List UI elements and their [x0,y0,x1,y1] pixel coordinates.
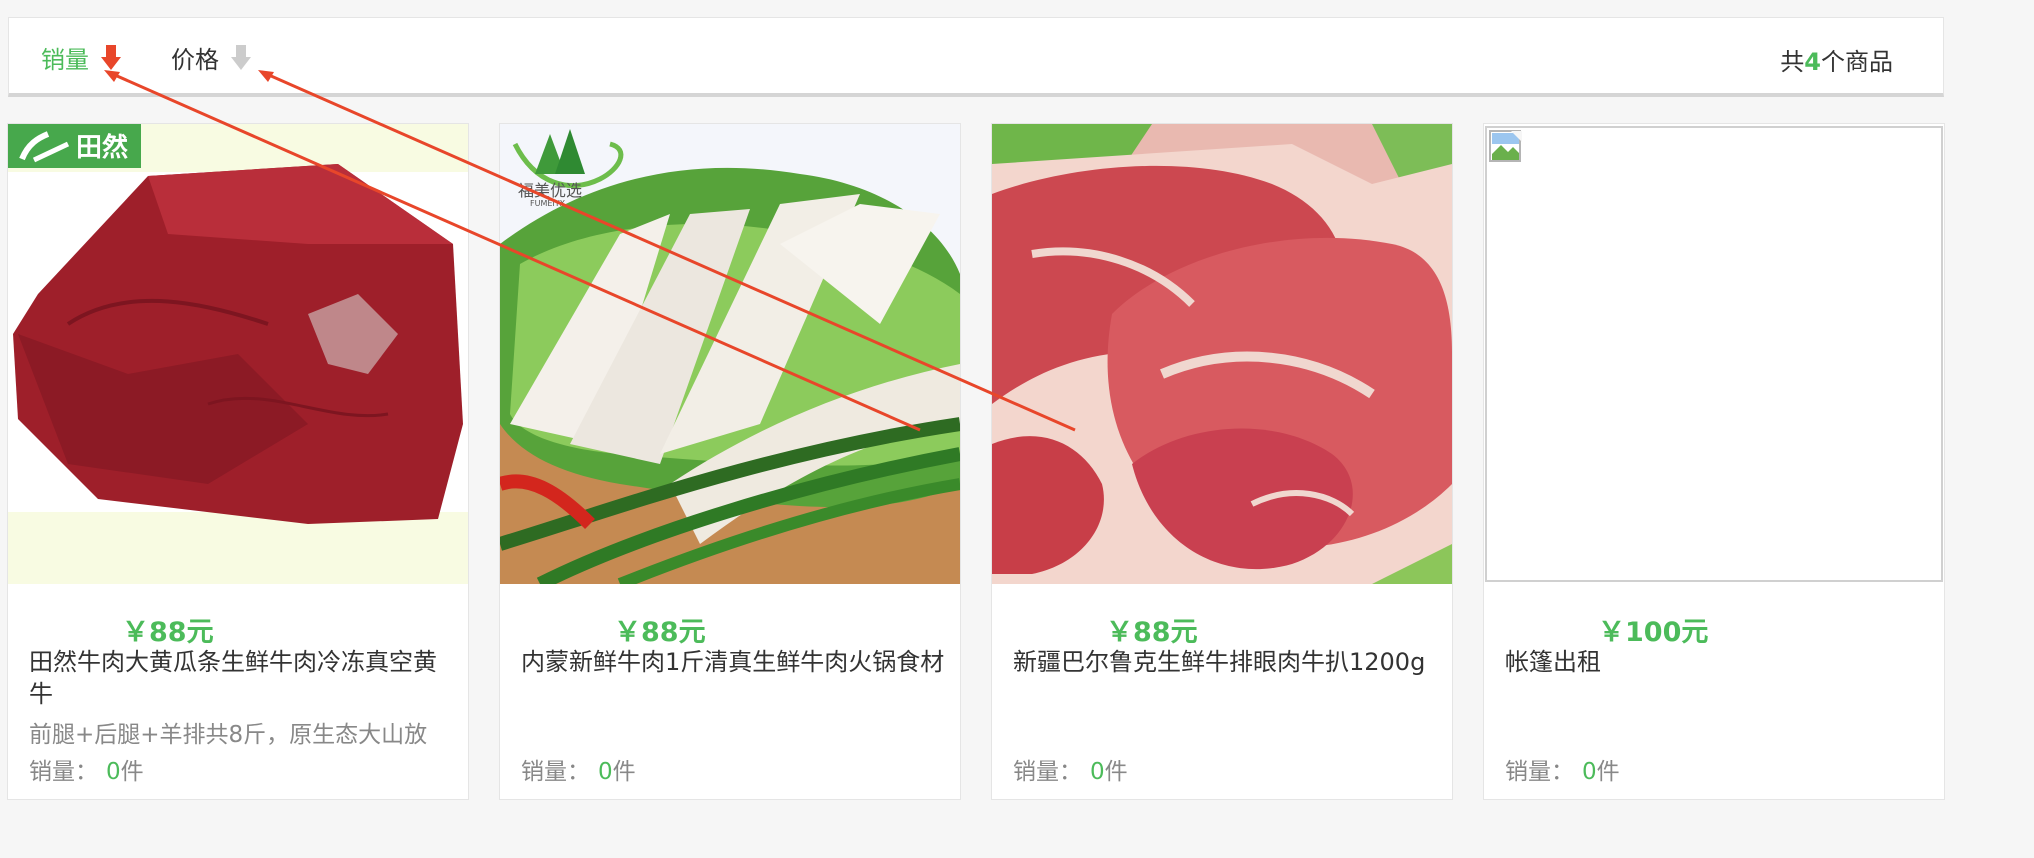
sort-sales-label: 销量 [41,46,89,74]
sales-count: 0 [106,759,121,785]
total-number: 4 [1804,48,1821,76]
sales-count: 0 [598,759,613,785]
svg-text:FUMEIYX: FUMEIYX [530,199,566,208]
product-title[interactable]: 田然牛肉大黄瓜条生鲜牛肉冷冻真空黄牛 [29,646,454,710]
product-card[interactable]: 福美优选 FUMEIYX ￥88元 内蒙新鲜牛肉1斤清真生鲜牛肉火锅食材 销量：… [499,123,961,800]
product-card[interactable]: ￥88元 新疆巴尔鲁克生鲜牛排眼肉牛扒1200g 销量： 0件 [991,123,1453,800]
product-sales: 销量： 0件 [1505,759,1620,785]
svg-text:田然: 田然 [76,132,128,163]
product-sales: 销量： 0件 [29,759,144,785]
product-title[interactable]: 内蒙新鲜牛肉1斤清真生鲜牛肉火锅食材 [521,646,946,678]
arrow-down-icon [231,44,251,70]
product-sales: 销量： 0件 [521,759,636,785]
sort-price-label: 价格 [171,46,219,74]
product-image[interactable] [1484,124,1944,584]
arrow-down-icon [101,44,121,70]
sort-by-sales[interactable]: 销量 [41,40,121,75]
product-card[interactable]: 田然 ￥88元 田然牛肉大黄瓜条生鲜牛肉冷冻真空黄牛 前腿+后腿+羊排共8斤，原… [7,123,469,800]
product-price: ￥88元 [614,617,706,648]
sales-count: 0 [1090,759,1105,785]
product-card[interactable]: ￥100元 帐篷出租 销量： 0件 [1483,123,1945,800]
product-price: ￥88元 [122,617,214,648]
product-image[interactable]: 福美优选 FUMEIYX [500,124,960,584]
total-count: 共4个商品 [1780,48,1893,76]
broken-image-placeholder [1485,126,1943,582]
brand-logo: 田然 [8,124,141,168]
svg-text:福美优选: 福美优选 [518,181,582,200]
product-image[interactable]: 田然 [8,124,468,584]
product-description: 前腿+后腿+羊排共8斤，原生态大山放 [29,722,428,748]
broken-image-icon [1489,130,1522,162]
product-title[interactable]: 帐篷出租 [1505,646,1930,678]
product-sales: 销量： 0件 [1013,759,1128,785]
product-image[interactable] [992,124,1452,584]
product-price: ￥100元 [1598,617,1709,648]
sort-bar: 销量 价格 共4个商品 [8,17,1944,97]
product-title[interactable]: 新疆巴尔鲁克生鲜牛排眼肉牛扒1200g [1013,646,1438,678]
sales-count: 0 [1582,759,1597,785]
sort-by-price[interactable]: 价格 [171,40,251,75]
product-price: ￥88元 [1106,617,1198,648]
